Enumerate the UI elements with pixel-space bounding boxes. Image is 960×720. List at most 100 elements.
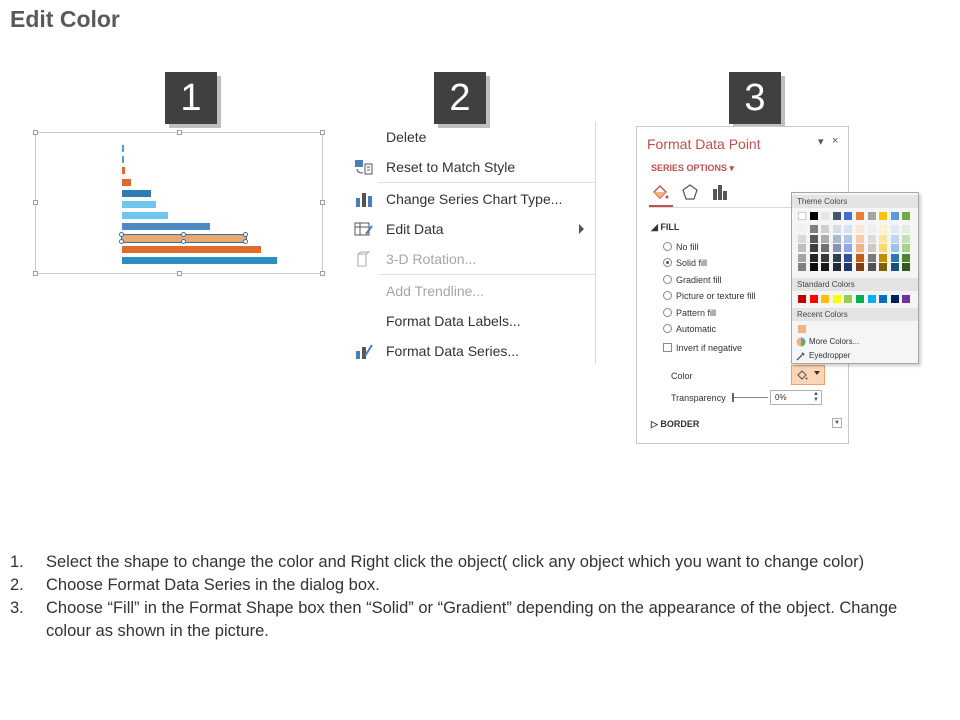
theme-shade-swatch[interactable]: [867, 234, 876, 243]
theme-shade-swatch[interactable]: [809, 263, 818, 272]
theme-shade-swatch[interactable]: [902, 225, 911, 233]
menu-item-reset-style[interactable]: Reset to Match Style: [348, 154, 596, 182]
radio-button[interactable]: [663, 258, 672, 267]
theme-shade-swatch[interactable]: [821, 225, 830, 233]
radio-pattern-fill[interactable]: Pattern fill: [663, 308, 716, 322]
selection-handle[interactable]: [181, 231, 187, 237]
chart-bar[interactable]: [122, 223, 211, 231]
theme-shade-swatch[interactable]: [821, 234, 830, 243]
theme-color-swatch[interactable]: [890, 212, 899, 220]
radio-solid-fill[interactable]: Solid fill: [663, 258, 707, 272]
selection-handle[interactable]: [119, 231, 124, 237]
close-icon[interactable]: ×: [832, 135, 838, 147]
chart-bar[interactable]: [122, 245, 262, 253]
theme-shade-swatch[interactable]: [832, 225, 841, 233]
theme-shade-swatch[interactable]: [809, 234, 818, 243]
theme-shade-swatch[interactable]: [867, 244, 876, 253]
theme-shade-swatch[interactable]: [879, 234, 888, 243]
theme-shade-swatch[interactable]: [856, 244, 864, 253]
menu-item-delete[interactable]: Delete: [348, 124, 596, 152]
menu-item-edit-data[interactable]: Edit Data: [348, 216, 596, 244]
resize-handle[interactable]: [177, 130, 182, 135]
theme-shade-swatch[interactable]: [890, 225, 899, 233]
radio-button[interactable]: [663, 242, 672, 251]
effects-tab-icon[interactable]: [681, 183, 699, 201]
theme-color-swatch[interactable]: [902, 212, 911, 220]
selection-handle[interactable]: [243, 238, 249, 244]
selection-handle[interactable]: [119, 238, 124, 244]
resize-handle[interactable]: [33, 200, 38, 205]
theme-shade-swatch[interactable]: [867, 225, 876, 233]
theme-shade-swatch[interactable]: [844, 234, 853, 243]
menu-item-add-trendline[interactable]: Add Trendline...: [348, 278, 596, 306]
menu-item-change-chart-type[interactable]: Change Series Chart Type...: [348, 186, 596, 214]
theme-shade-swatch[interactable]: [890, 253, 899, 262]
series-options-dropdown[interactable]: SERIES OPTIONS ▾: [651, 163, 734, 174]
chart-bar[interactable]: [122, 189, 151, 197]
theme-shade-swatch[interactable]: [821, 263, 830, 272]
recent-color-swatch[interactable]: [798, 325, 806, 333]
theme-shade-swatch[interactable]: [844, 253, 853, 262]
theme-color-swatch[interactable]: [867, 212, 876, 220]
theme-shade-swatch[interactable]: [832, 244, 841, 253]
transparency-slider-thumb[interactable]: [732, 393, 734, 402]
theme-shade-swatch[interactable]: [902, 253, 911, 262]
theme-shade-swatch[interactable]: [856, 225, 864, 233]
theme-color-swatch[interactable]: [809, 212, 818, 220]
chart-bar[interactable]: [122, 257, 277, 264]
standard-color-swatch[interactable]: [844, 295, 853, 303]
radio-no-fill[interactable]: No fill: [663, 242, 699, 256]
theme-shade-swatch[interactable]: [821, 253, 830, 262]
theme-shade-swatch[interactable]: [856, 263, 864, 272]
theme-shade-swatch[interactable]: [890, 244, 899, 253]
theme-shade-swatch[interactable]: [856, 234, 864, 243]
fill-section-header[interactable]: ◢ FILL: [651, 222, 679, 233]
radio-picture-fill[interactable]: Picture or texture fill: [663, 291, 756, 305]
theme-color-swatch[interactable]: [879, 212, 888, 220]
theme-color-swatch[interactable]: [798, 212, 806, 220]
theme-shade-swatch[interactable]: [856, 253, 864, 262]
chart-bar[interactable]: [122, 156, 124, 164]
theme-shade-swatch[interactable]: [832, 234, 841, 243]
chart-bar[interactable]: [122, 201, 156, 208]
standard-color-swatch[interactable]: [867, 295, 876, 303]
resize-handle[interactable]: [33, 130, 38, 135]
fill-line-tab-icon[interactable]: [651, 183, 669, 201]
standard-color-swatch[interactable]: [798, 295, 806, 303]
resize-handle[interactable]: [177, 271, 182, 276]
pane-options-dropdown[interactable]: ▾: [818, 135, 824, 148]
transparency-input[interactable]: 0% ▲ ▼: [770, 390, 822, 405]
checkbox[interactable]: [663, 343, 672, 352]
radio-button[interactable]: [663, 291, 672, 300]
standard-color-swatch[interactable]: [832, 295, 841, 303]
eyedropper-button[interactable]: Eyedropper: [809, 351, 850, 360]
selection-handle[interactable]: [243, 231, 249, 237]
chart-bar[interactable]: [122, 212, 168, 220]
theme-shade-swatch[interactable]: [867, 263, 876, 272]
menu-item-3d-rotation[interactable]: 3-D Rotation...: [348, 246, 596, 274]
invert-if-negative-checkbox[interactable]: Invert if negative: [663, 343, 742, 357]
menu-item-format-data-series[interactable]: Format Data Series...: [348, 338, 596, 366]
more-colors-link[interactable]: More Colors...: [809, 337, 859, 346]
theme-shade-swatch[interactable]: [890, 234, 899, 243]
chart-area[interactable]: [33, 130, 325, 276]
chart-bar[interactable]: [122, 145, 124, 152]
resize-handle[interactable]: [33, 271, 38, 276]
theme-shade-swatch[interactable]: [902, 263, 911, 272]
standard-color-swatch[interactable]: [879, 295, 888, 303]
theme-color-swatch[interactable]: [856, 212, 864, 220]
theme-shade-swatch[interactable]: [890, 263, 899, 272]
theme-shade-swatch[interactable]: [798, 244, 806, 253]
menu-item-format-data-labels[interactable]: Format Data Labels...: [348, 308, 596, 336]
theme-shade-swatch[interactable]: [809, 253, 818, 262]
theme-shade-swatch[interactable]: [879, 263, 888, 272]
theme-shade-swatch[interactable]: [879, 225, 888, 233]
transparency-slider-track[interactable]: [732, 397, 768, 398]
theme-shade-swatch[interactable]: [879, 244, 888, 253]
theme-shade-swatch[interactable]: [879, 253, 888, 262]
radio-automatic[interactable]: Automatic: [663, 324, 716, 338]
theme-shade-swatch[interactable]: [798, 225, 806, 233]
resize-handle[interactable]: [320, 271, 325, 276]
standard-color-swatch[interactable]: [809, 295, 818, 303]
theme-shade-swatch[interactable]: [844, 263, 853, 272]
